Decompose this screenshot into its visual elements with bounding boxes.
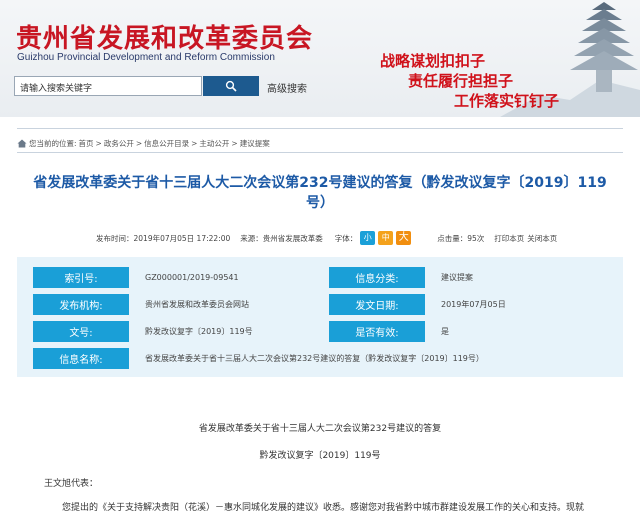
docno-value: 黔发改议复字〔2019〕119号 — [145, 327, 253, 336]
info-table: 索引号: GZ000001/2019-09541 信息分类: 建议提案 发布机构… — [17, 257, 623, 377]
breadcrumb-sep: > — [191, 138, 198, 148]
salutation: 王文旭代表： — [44, 479, 99, 489]
breadcrumb-item-catalog[interactable]: 信息公开目录 — [144, 138, 189, 149]
breadcrumb-sep: > — [231, 138, 238, 148]
body-subtitle: 省发展改革委关于省十三届人大二次会议第232号建议的答复 — [198, 424, 442, 434]
info-row-date: 发文日期: 2019年07月05日 — [329, 294, 506, 315]
publish-label: 发布时间： — [96, 233, 134, 243]
valid-label: 是否有效: — [329, 321, 425, 342]
breadcrumb-item-proposals[interactable]: 建议提案 — [240, 138, 270, 149]
font-small-button[interactable]: 小 — [360, 231, 376, 245]
info-row-publisher: 发布机构: 贵州省发展和改革委员会网站 — [33, 294, 249, 315]
divider — [17, 128, 623, 129]
breadcrumb-sep: > — [95, 138, 102, 148]
publish-time: 2019年07月05日 17:22:00 — [133, 233, 231, 243]
site-header: 贵州省发展和改革委员会 Guizhou Provincial Developme… — [0, 0, 640, 117]
breadcrumb-sep: > — [135, 138, 143, 148]
publisher-label: 发布机构: — [33, 294, 129, 315]
info-row-docno: 文号: 黔发改议复字〔2019〕119号 — [33, 321, 253, 342]
info-row-valid: 是否有效: 是 — [329, 321, 449, 342]
category-label: 信息分类: — [329, 267, 425, 288]
slogan-line-1: 战略谋划扣扣子 — [380, 52, 486, 70]
font-medium-button[interactable]: 中 — [378, 231, 394, 245]
valid-value: 是 — [441, 327, 449, 336]
article-meta: 发布时间： 2019年07月05日 17:22:00 来源： 贵州省发展改革委 … — [96, 230, 557, 246]
info-row-category: 信息分类: 建议提案 — [329, 267, 473, 288]
views-count: 95次 — [467, 233, 485, 243]
breadcrumb-item-active[interactable]: 主动公开 — [199, 138, 229, 149]
name-value: 省发展改革委关于省十三届人大二次会议第232号建议的答复（黔发改议复字〔2019… — [145, 354, 484, 363]
body-docno: 黔发改议复字〔2019〕119号 — [259, 451, 381, 461]
date-value: 2019年07月05日 — [441, 300, 506, 309]
slogan-block: 战略谋划扣扣子 责任履行担担子 工作落实钉钉子 — [380, 40, 640, 117]
font-size-label: 字体： — [334, 233, 358, 243]
search-button[interactable] — [203, 76, 259, 96]
close-link[interactable]: 关闭本页 — [527, 233, 557, 244]
slogan-line-2: 责任履行担担子 — [408, 72, 514, 90]
breadcrumb-item-gov[interactable]: 政务公开 — [104, 138, 134, 149]
slogan-line-3: 工作落实钉钉子 — [454, 92, 560, 110]
org-name-cn[interactable]: 贵州省发展和改革委员会 — [16, 18, 313, 55]
search-icon — [225, 80, 237, 92]
source-value: 贵州省发展改革委 — [262, 233, 323, 243]
breadcrumb-home[interactable]: 首页 — [79, 138, 94, 149]
search-input[interactable]: 请输入搜索关键字 — [14, 76, 202, 96]
info-row-index: 索引号: GZ000001/2019-09541 — [33, 267, 329, 288]
home-icon — [17, 139, 27, 147]
breadcrumb-prefix: 您当前的位置: — [29, 138, 77, 148]
index-value: GZ000001/2019-09541 — [145, 273, 239, 282]
docno-label: 文号: — [33, 321, 129, 342]
breadcrumb: 您当前的位置: 首页 > 政务公开 > 信息公开目录 > 主动公开 > 建议提案 — [17, 136, 623, 150]
views-label: 点击量： — [437, 233, 468, 243]
publisher-value: 贵州省发展和改革委员会网站 — [145, 300, 249, 309]
name-label: 信息名称: — [33, 348, 129, 369]
category-value: 建议提案 — [441, 273, 473, 282]
print-link[interactable]: 打印本页 — [494, 233, 524, 244]
advanced-search-link[interactable]: 高级搜索 — [267, 80, 307, 95]
body-paragraph: 您提出的《关于支持解决贵阳（花溪）－惠水同城化发展的建议》收悉。感谢您对我省黔中… — [62, 503, 585, 513]
org-name-en: Guizhou Provincial Development and Refor… — [17, 52, 275, 63]
index-label: 索引号: — [33, 267, 129, 288]
date-label: 发文日期: — [329, 294, 425, 315]
source-label: 来源： — [240, 233, 263, 243]
article-title: 省发展改革委关于省十三届人大二次会议第232号建议的答复（黔发改议复字〔2019… — [33, 175, 607, 211]
font-large-button[interactable]: 大 — [396, 231, 412, 245]
divider — [17, 152, 623, 153]
info-row-name: 信息名称: 省发展改革委关于省十三届人大二次会议第232号建议的答复（黔发改议复… — [33, 348, 484, 369]
